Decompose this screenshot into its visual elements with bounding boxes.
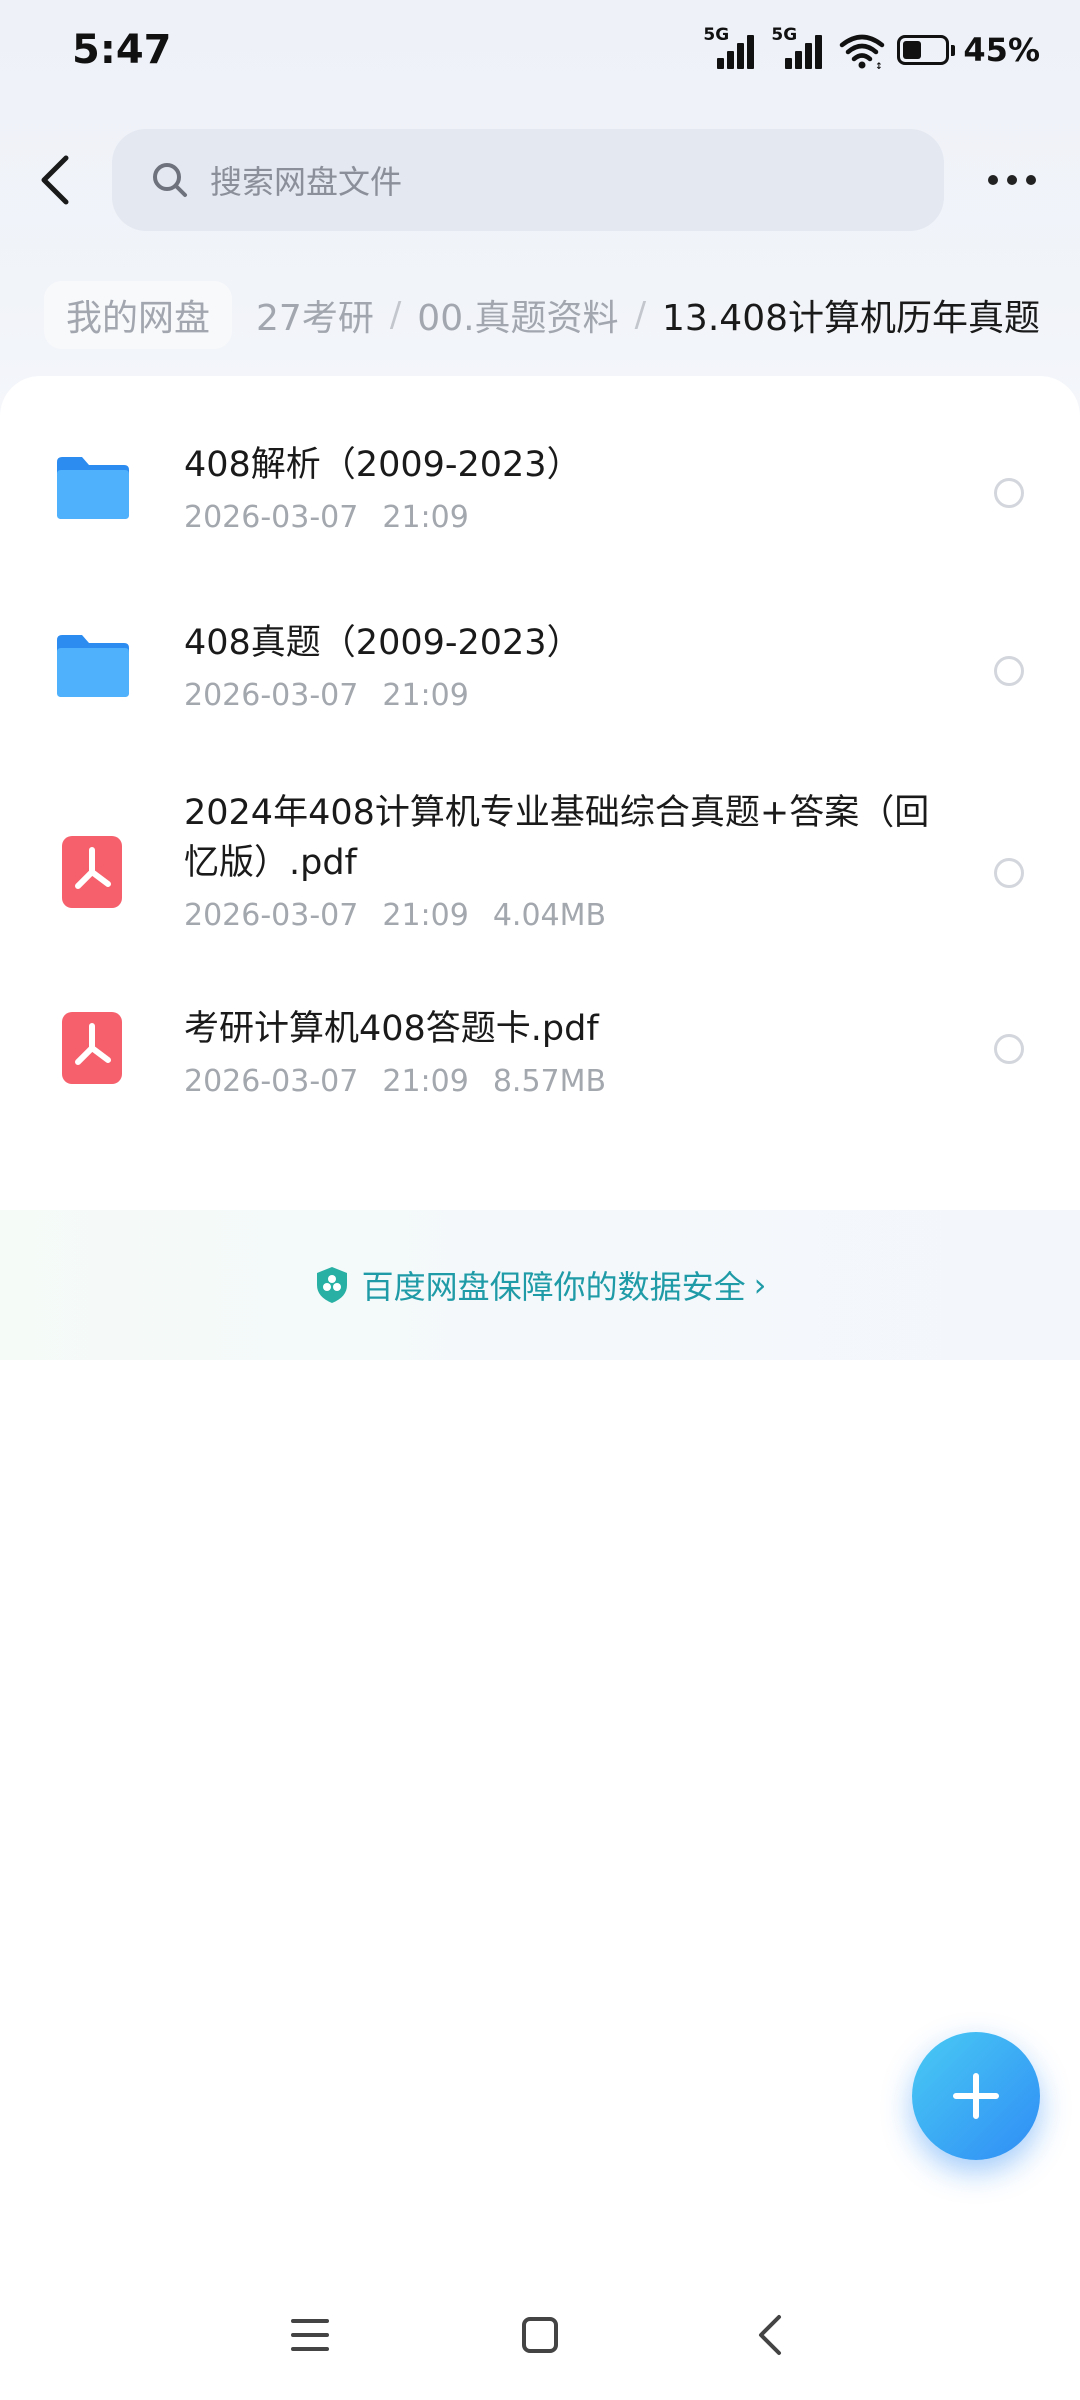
file-list-item[interactable]: 408真题（2009-2023） 2026-03-07 21:09 bbox=[0, 618, 1080, 768]
file-name: 408解析（2009-2023） bbox=[184, 445, 582, 485]
select-radio[interactable] bbox=[994, 1034, 1024, 1064]
top-navigation: 搜索网盘文件 bbox=[0, 128, 1080, 232]
signal-network-label: 5G bbox=[703, 25, 730, 45]
more-dots-icon bbox=[988, 175, 998, 185]
shield-icon bbox=[316, 1267, 347, 1303]
breadcrumb-root[interactable]: 我的网盘 bbox=[44, 281, 233, 349]
file-meta: 2026-03-07 21:09 8.57MB bbox=[184, 1060, 944, 1104]
file-meta: 2026-03-07 21:09 bbox=[184, 674, 944, 718]
select-radio[interactable] bbox=[994, 478, 1024, 508]
status-time: 5:47 bbox=[72, 27, 172, 73]
back-button[interactable] bbox=[0, 128, 112, 232]
breadcrumb-item[interactable]: 00.真题资料 bbox=[417, 289, 618, 341]
select-radio[interactable] bbox=[994, 656, 1024, 686]
file-name: 408真题（2009-2023） bbox=[184, 623, 582, 663]
battery-icon bbox=[897, 35, 950, 65]
breadcrumb-item[interactable]: 27考研 bbox=[256, 289, 374, 341]
svg-text:↕: ↕ bbox=[875, 62, 883, 70]
battery-percent: 45% bbox=[963, 31, 1040, 69]
file-name: 考研计算机408答题卡.pdf bbox=[184, 1009, 599, 1049]
chevron-right-icon: › bbox=[753, 1266, 767, 1304]
folder-icon bbox=[57, 635, 129, 697]
menu-icon bbox=[291, 2319, 329, 2351]
signal-network-label: 5G bbox=[771, 25, 798, 45]
back-arrow-icon bbox=[41, 155, 69, 205]
security-text: 百度网盘保障你的数据安全 bbox=[361, 1268, 746, 1306]
battery-indicator: 45% bbox=[897, 31, 1040, 69]
pdf-icon bbox=[62, 836, 122, 908]
file-name: 2024年408计算机专业基础综合真题+答案（回忆版）.pdf bbox=[184, 793, 930, 883]
file-size: 4.04MB bbox=[492, 898, 607, 933]
file-time: 21:09 bbox=[382, 1064, 469, 1099]
file-size: 8.57MB bbox=[492, 1064, 607, 1099]
add-button[interactable] bbox=[912, 2032, 1040, 2160]
nav-menu-button[interactable] bbox=[195, 2290, 425, 2380]
search-icon bbox=[153, 163, 187, 197]
select-radio[interactable] bbox=[994, 858, 1024, 888]
file-meta: 2026-03-07 21:09 4.04MB bbox=[184, 894, 944, 938]
file-time: 21:09 bbox=[382, 678, 469, 713]
file-list-item[interactable]: 408解析（2009-2023） 2026-03-07 21:09 bbox=[0, 440, 1080, 590]
nav-back-button[interactable] bbox=[655, 2290, 885, 2380]
status-icons: 5G 5G ↕ 45% bbox=[703, 25, 1040, 73]
breadcrumb: 我的网盘 27考研 / 00.真题资料 / 13.408计算机历年真题 bbox=[44, 280, 1080, 350]
file-time: 21:09 bbox=[382, 898, 469, 933]
nav-home-button[interactable] bbox=[425, 2290, 655, 2380]
file-meta: 2026-03-07 21:09 bbox=[184, 496, 944, 540]
signal-icon: 5G bbox=[771, 25, 827, 73]
wifi-icon: ↕ bbox=[840, 34, 885, 70]
system-navigation-bar bbox=[0, 2290, 1080, 2380]
file-list-item[interactable]: 2024年408计算机专业基础综合真题+答案（回忆版）.pdf 2026-03-… bbox=[0, 788, 1080, 978]
plus-icon bbox=[953, 2073, 999, 2119]
file-time: 21:09 bbox=[382, 500, 469, 535]
breadcrumb-current: 13.408计算机历年真题 bbox=[662, 298, 1040, 339]
back-chevron-icon bbox=[759, 2315, 781, 2355]
security-banner[interactable]: 百度网盘保障你的数据安全 › bbox=[0, 1210, 1080, 1360]
file-date: 2026-03-07 bbox=[184, 1064, 359, 1099]
breadcrumb-separator: / bbox=[634, 295, 647, 335]
status-bar: 5:47 5G 5G ↕ 45% bbox=[0, 0, 1080, 100]
search-placeholder: 搜索网盘文件 bbox=[210, 163, 403, 201]
file-list-item[interactable]: 考研计算机408答题卡.pdf 2026-03-07 21:09 8.57MB bbox=[0, 1004, 1080, 1154]
more-options-button[interactable] bbox=[944, 128, 1080, 232]
breadcrumb-separator: / bbox=[389, 295, 402, 335]
home-square-icon bbox=[522, 2317, 558, 2353]
search-input[interactable]: 搜索网盘文件 bbox=[112, 129, 944, 231]
signal-icon: 5G bbox=[703, 25, 759, 73]
file-date: 2026-03-07 bbox=[184, 500, 359, 535]
file-date: 2026-03-07 bbox=[184, 898, 359, 933]
file-date: 2026-03-07 bbox=[184, 678, 359, 713]
folder-icon bbox=[57, 457, 129, 519]
pdf-icon bbox=[62, 1012, 122, 1084]
